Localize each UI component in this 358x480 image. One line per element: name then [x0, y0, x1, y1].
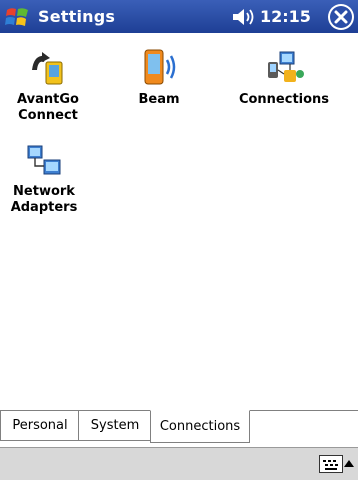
- connections-label: Connections: [238, 92, 330, 107]
- input-panel-arrow-icon[interactable]: [344, 460, 354, 467]
- tab-strip: Personal System Connections: [0, 410, 358, 448]
- beam-icon: [144, 49, 176, 85]
- tab-system[interactable]: System: [78, 411, 152, 441]
- network-adapters-item[interactable]: Network Adapters: [4, 140, 84, 216]
- keyboard-icon[interactable]: [319, 455, 343, 473]
- close-icon: [330, 6, 352, 28]
- avantgo-label-line1: AvantGo: [17, 92, 79, 107]
- volume-icon[interactable]: [231, 8, 255, 26]
- beam-item[interactable]: Beam: [123, 48, 195, 108]
- tab-personal[interactable]: Personal: [0, 411, 80, 441]
- start-menu-icon[interactable]: [4, 4, 30, 30]
- avantgo-connect-item[interactable]: AvantGo Connect: [6, 48, 90, 124]
- title-bar: Settings 12:15: [0, 0, 358, 33]
- keyboard-keys-icon: [323, 460, 338, 470]
- avantgo-label-line2: Connect: [18, 108, 78, 123]
- menu-bar: [0, 447, 358, 480]
- window-title: Settings: [38, 7, 116, 26]
- close-button[interactable]: [328, 4, 354, 30]
- avantgo-icon: [32, 52, 63, 85]
- network-adapters-label-line2: Adapters: [10, 200, 78, 215]
- clock[interactable]: 12:15: [260, 7, 311, 26]
- connections-item[interactable]: Connections: [229, 48, 339, 108]
- network-adapters-icon: [27, 145, 61, 175]
- tab-connections[interactable]: Connections: [150, 410, 250, 443]
- connections-icon: [268, 51, 304, 82]
- network-adapters-label-line1: Network: [13, 184, 75, 199]
- beam-label: Beam: [138, 92, 180, 107]
